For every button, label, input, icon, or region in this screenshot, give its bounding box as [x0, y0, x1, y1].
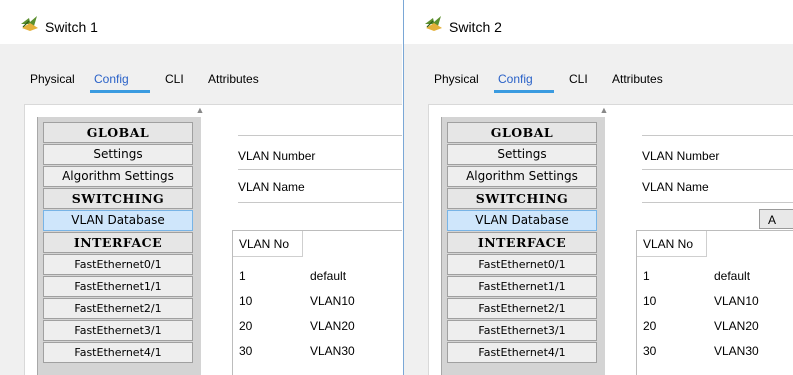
vlan-row-number: 30	[239, 344, 253, 358]
separator-line	[238, 135, 402, 136]
config-panel: GLOBAL Settings Algorithm Settings SWITC…	[428, 104, 793, 375]
sidebar-header-switching: SWITCHING	[43, 188, 193, 209]
sidebar-header-global: GLOBAL	[447, 122, 597, 143]
active-tab-indicator	[494, 90, 554, 93]
sidebar-header-interface: INTERFACE	[43, 232, 193, 253]
vlan-number-label: VLAN Number	[238, 149, 316, 163]
vlan-row-name: VLAN10	[714, 294, 759, 308]
field-underline	[642, 169, 793, 170]
title-bar: Switch 1	[0, 0, 402, 44]
switch-device-icon	[21, 16, 38, 31]
vlan-row-name: VLAN10	[310, 294, 355, 308]
separator-line	[642, 135, 793, 136]
switch-2-window: Switch 2 Physical Config CLI Attributes …	[403, 0, 793, 375]
sidebar-header-switching: SWITCHING	[447, 188, 597, 209]
tab-config[interactable]: Config	[94, 72, 129, 86]
window-client-area: Physical Config CLI Attributes GLOBAL Se…	[404, 44, 793, 375]
vlan-row-number: 1	[239, 269, 246, 283]
vlan-row-number: 10	[239, 294, 253, 308]
field-underline	[238, 169, 402, 170]
vlan-row-number: 20	[239, 319, 253, 333]
add-button[interactable]: A	[759, 209, 793, 229]
vlan-row-name: VLAN30	[310, 344, 355, 358]
scroll-up-icon[interactable]: ▲	[195, 105, 205, 119]
vlan-row-number: 1	[643, 269, 650, 283]
field-underline	[238, 202, 402, 203]
vlan-row-name: VLAN20	[310, 319, 355, 333]
window-title: Switch 1	[45, 19, 98, 35]
sidebar-item-vlan-database[interactable]: VLAN Database	[447, 210, 597, 231]
tab-attributes[interactable]: Attributes	[208, 72, 259, 86]
tab-physical[interactable]: Physical	[30, 72, 75, 86]
vlan-row-name: default	[714, 269, 751, 283]
window-client-area: Physical Config CLI Attributes GLOBAL Se…	[0, 44, 402, 375]
vlan-no-column-header: VLAN No	[637, 231, 707, 257]
vlan-row-name: VLAN20	[714, 319, 759, 333]
sidebar-item-settings[interactable]: Settings	[43, 144, 193, 165]
config-sidebar[interactable]: GLOBAL Settings Algorithm Settings SWITC…	[441, 117, 605, 375]
scroll-up-icon[interactable]: ▲	[599, 105, 609, 119]
config-panel: GLOBAL Settings Algorithm Settings SWITC…	[24, 104, 402, 375]
vlan-list[interactable]: VLAN No 1 default 10 VLAN10 20 VLAN20 30…	[232, 230, 402, 375]
sidebar-item-fastethernet2-1[interactable]: FastEthernet2/1	[447, 298, 597, 319]
window-title: Switch 2	[449, 19, 502, 35]
sidebar-header-interface: INTERFACE	[447, 232, 597, 253]
sidebar-item-algorithm-settings[interactable]: Algorithm Settings	[447, 166, 597, 187]
sidebar-item-settings[interactable]: Settings	[447, 144, 597, 165]
vlan-row-number: 10	[643, 294, 657, 308]
vlan-name-label: VLAN Name	[642, 180, 709, 194]
sidebar-item-fastethernet0-1[interactable]: FastEthernet0/1	[447, 254, 597, 275]
vlan-no-column-header: VLAN No	[233, 231, 303, 257]
sidebar-item-fastethernet3-1[interactable]: FastEthernet3/1	[447, 320, 597, 341]
sidebar-item-fastethernet4-1[interactable]: FastEthernet4/1	[43, 342, 193, 363]
sidebar-item-fastethernet2-1[interactable]: FastEthernet2/1	[43, 298, 193, 319]
sidebar-item-fastethernet3-1[interactable]: FastEthernet3/1	[43, 320, 193, 341]
tab-cli[interactable]: CLI	[569, 72, 588, 86]
sidebar-header-global: GLOBAL	[43, 122, 193, 143]
switch-1-window: Switch 1 Physical Config CLI Attributes …	[0, 0, 402, 375]
config-sidebar[interactable]: GLOBAL Settings Algorithm Settings SWITC…	[37, 117, 201, 375]
vlan-name-label: VLAN Name	[238, 180, 305, 194]
sidebar-item-vlan-database[interactable]: VLAN Database	[43, 210, 193, 231]
sidebar-item-fastethernet1-1[interactable]: FastEthernet1/1	[43, 276, 193, 297]
vlan-row-name: VLAN30	[714, 344, 759, 358]
tab-physical[interactable]: Physical	[434, 72, 479, 86]
tab-attributes[interactable]: Attributes	[612, 72, 663, 86]
title-bar: Switch 2	[404, 0, 793, 44]
sidebar-item-fastethernet0-1[interactable]: FastEthernet0/1	[43, 254, 193, 275]
switch-device-icon	[425, 16, 442, 31]
vlan-row-number: 30	[643, 344, 657, 358]
vlan-row-number: 20	[643, 319, 657, 333]
active-tab-indicator	[90, 90, 150, 93]
tab-cli[interactable]: CLI	[165, 72, 184, 86]
vlan-number-label: VLAN Number	[642, 149, 720, 163]
tab-config[interactable]: Config	[498, 72, 533, 86]
field-underline	[642, 202, 793, 203]
sidebar-item-algorithm-settings[interactable]: Algorithm Settings	[43, 166, 193, 187]
sidebar-item-fastethernet4-1[interactable]: FastEthernet4/1	[447, 342, 597, 363]
sidebar-item-fastethernet1-1[interactable]: FastEthernet1/1	[447, 276, 597, 297]
vlan-row-name: default	[310, 269, 347, 283]
vlan-list[interactable]: VLAN No 1 default 10 VLAN10 20 VLAN20 30…	[636, 230, 793, 375]
